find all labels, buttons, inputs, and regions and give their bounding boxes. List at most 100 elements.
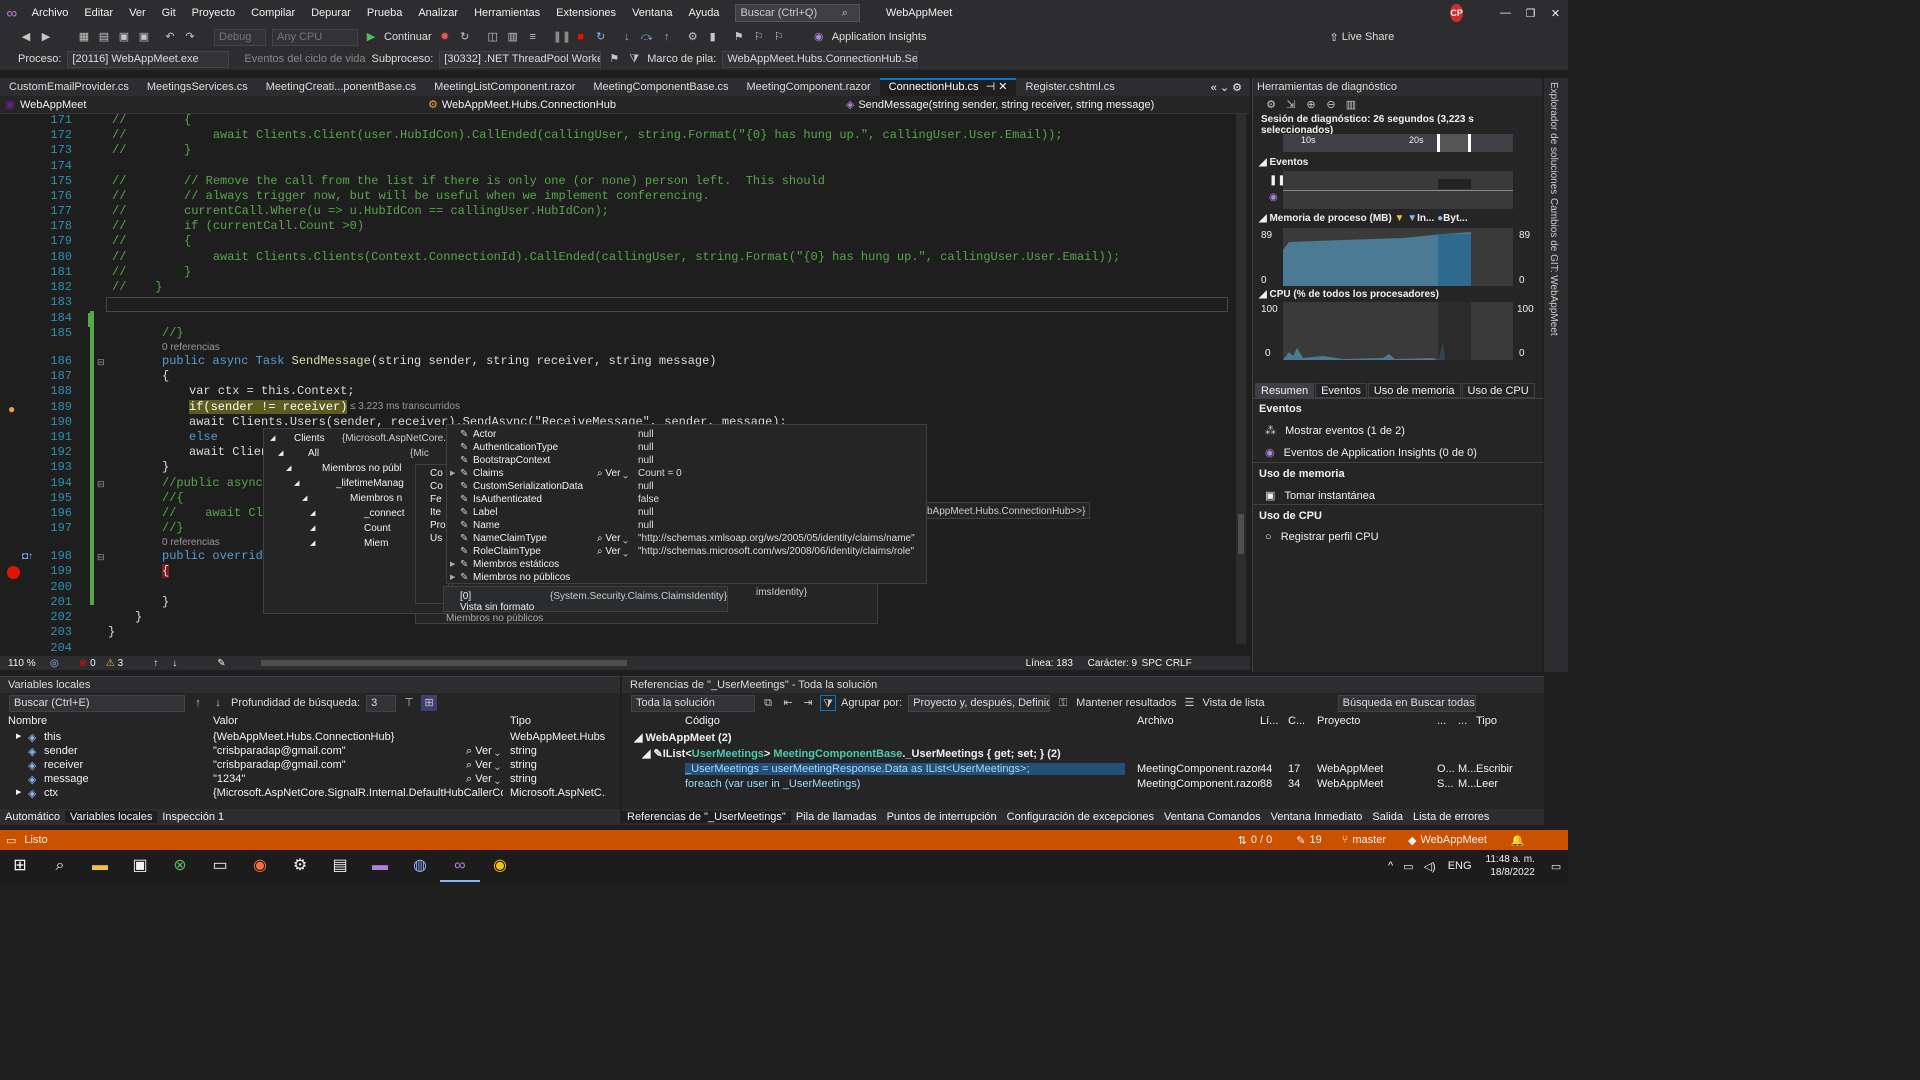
nav-class[interactable]: WebAppMeet.Hubs.ConnectionHub bbox=[442, 99, 846, 111]
notification-icon[interactable]: 🔔 bbox=[1511, 834, 1525, 847]
lock-icon[interactable]: ⚿ bbox=[1055, 695, 1071, 711]
column-header[interactable]: ... bbox=[1458, 715, 1467, 727]
edit-count[interactable]: 19 bbox=[1310, 834, 1322, 846]
clock[interactable]: 11:48 a. m. 18/8/2022 bbox=[1486, 853, 1535, 879]
nav-down-icon[interactable]: ↓ bbox=[172, 658, 177, 669]
expand-icon[interactable]: ◢ bbox=[310, 537, 315, 550]
datatip-node[interactable]: Co bbox=[430, 480, 443, 493]
network-icon[interactable]: ▭ bbox=[1403, 860, 1413, 873]
search-icon[interactable]: ⌕ bbox=[842, 7, 848, 20]
variable-value[interactable]: "crisbparadap@gmail.com" bbox=[213, 759, 503, 771]
perf-tip[interactable]: ≤ 3.223 ms transcurridos bbox=[350, 401, 460, 412]
group-select[interactable]: Proyecto y, después, Definició bbox=[908, 694, 1051, 712]
forward-icon[interactable]: ▶ bbox=[38, 29, 54, 45]
fire-icon[interactable]: ✹ bbox=[437, 29, 453, 45]
expand-icon[interactable]: ◢ bbox=[270, 432, 275, 445]
repo-name[interactable]: WebAppMeet bbox=[1420, 834, 1486, 846]
bookmark-next-icon[interactable]: ⚐ bbox=[771, 29, 787, 45]
line-ending-indicator[interactable]: CRLF bbox=[1166, 658, 1192, 669]
app-icon[interactable]: ▣ bbox=[120, 850, 160, 882]
tab-2[interactable]: MeetingCreati...ponentBase.cs bbox=[257, 78, 425, 96]
search-down-icon[interactable]: ↓ bbox=[210, 695, 226, 711]
show-events-link[interactable]: ⁂ Mostrar eventos (1 de 2) bbox=[1265, 424, 1405, 437]
play-icon[interactable]: ▶ bbox=[363, 29, 379, 45]
app-insights-icon[interactable]: ◉ bbox=[811, 29, 827, 45]
record-cpu-button[interactable]: ○ Registrar perfil CPU bbox=[1265, 531, 1379, 543]
column-header[interactable]: Lí... bbox=[1260, 715, 1278, 727]
menu-item-archivo[interactable]: Archivo bbox=[24, 0, 77, 26]
datatip-member[interactable]: Actor bbox=[473, 428, 496, 441]
datatip-node[interactable]: Clients bbox=[294, 432, 325, 445]
tab-3[interactable]: MeetingListComponent.razor bbox=[425, 78, 584, 96]
breakpoint-icon[interactable] bbox=[7, 566, 20, 579]
column-header[interactable]: Tipo bbox=[1476, 715, 1497, 727]
datatip-node[interactable]: Miembros no públ bbox=[322, 462, 401, 475]
collapse-icon[interactable]: ⊟ bbox=[97, 552, 105, 563]
copy-icon[interactable]: ⧉ bbox=[760, 695, 776, 711]
column-header[interactable]: Proyecto bbox=[1317, 715, 1360, 727]
datatip-node[interactable]: Us bbox=[430, 532, 442, 545]
database-icon[interactable]: ◍ bbox=[400, 850, 440, 882]
config-select[interactable]: Debug bbox=[214, 28, 266, 46]
datatip-node[interactable]: Ite bbox=[430, 506, 441, 519]
collapse-icon[interactable]: ⊟ bbox=[97, 357, 105, 368]
pin-icon[interactable]: ⊣ bbox=[983, 81, 999, 93]
menu-item-depurar[interactable]: Depurar bbox=[303, 0, 359, 26]
pencil-icon[interactable]: ✎ bbox=[1296, 834, 1305, 847]
codelens-references[interactable]: 0 referencias bbox=[162, 342, 220, 353]
expand-icon[interactable]: ◢ bbox=[278, 447, 283, 460]
datatip-member[interactable]: Label bbox=[473, 506, 497, 519]
vs-logo-icon[interactable]: ∞ bbox=[0, 5, 24, 22]
thread-select[interactable]: [30332] .NET ThreadPool Worker bbox=[439, 50, 602, 68]
datatip-member[interactable]: Claims bbox=[473, 467, 504, 480]
datatip-member[interactable]: Miembros no públicos bbox=[473, 571, 570, 584]
visualizer-button[interactable]: ⌕ Ver ⌄ bbox=[466, 773, 500, 786]
repo-icon[interactable]: ◆ bbox=[1408, 834, 1416, 847]
datatip-node[interactable]: Pro bbox=[430, 519, 446, 532]
zoom-out-icon[interactable]: ⊖ bbox=[1323, 97, 1339, 113]
datatip-member[interactable]: Miembros estáticos bbox=[473, 558, 559, 571]
column-header[interactable]: Nombre bbox=[8, 715, 208, 727]
events-section[interactable]: ◢ Eventos bbox=[1259, 157, 1308, 168]
refs-search-input[interactable]: Búsqueda en Buscar todas las r bbox=[1337, 694, 1476, 712]
memory-section[interactable]: ◢ Memoria de proceso (MB) ▼ ▼In... ●Byt.… bbox=[1259, 213, 1468, 224]
menu-item-extensiones[interactable]: Extensiones bbox=[548, 0, 624, 26]
expand-icon[interactable]: ◢ bbox=[286, 462, 291, 475]
menu-item-ver[interactable]: Ver bbox=[121, 0, 154, 26]
expand-icon[interactable]: ◢ bbox=[294, 477, 299, 490]
column-indicator[interactable]: Carácter: 9 bbox=[1088, 658, 1142, 669]
visual-studio-icon[interactable]: ∞ bbox=[440, 850, 480, 882]
datatip-node[interactable]: Co bbox=[430, 467, 443, 480]
reference-code[interactable]: _UserMeetings = userMeetingResponse.Data… bbox=[685, 763, 1125, 775]
timeline-ruler[interactable]: 10s 20s bbox=[1283, 134, 1513, 152]
datatip-member[interactable]: NameClaimType bbox=[473, 532, 547, 545]
restart-icon[interactable]: ↻ bbox=[457, 29, 473, 45]
maximize-button[interactable]: ❐ bbox=[1518, 7, 1543, 20]
datatip-member[interactable]: CustomSerializationData bbox=[473, 480, 583, 493]
visualizer-button[interactable]: ⌕ Ver ⌄ bbox=[597, 545, 628, 558]
visualizer-button[interactable]: ⌕ Ver ⌄ bbox=[597, 532, 628, 545]
pause-icon[interactable]: ❚❚ bbox=[553, 29, 571, 45]
process-select[interactable]: [20116] WebAppMeet.exe bbox=[67, 50, 230, 68]
hot-reload-icon[interactable]: ⚙ bbox=[685, 29, 701, 45]
datatip-claims-identity[interactable]: ✎ Actor null ✎ AuthenticationType null ✎ Bootst… bbox=[446, 424, 927, 584]
variable-value[interactable]: "1234" bbox=[213, 773, 503, 785]
tray-chevron-icon[interactable]: ^ bbox=[1388, 860, 1393, 872]
visualizer-button[interactable]: ⌕ Ver ⌄ bbox=[597, 467, 628, 480]
step-into-icon[interactable]: ↓ bbox=[619, 29, 635, 45]
datatip-expand-icon[interactable]: ▶ bbox=[450, 467, 455, 480]
breakpoint-icon[interactable]: ▮ bbox=[705, 29, 721, 45]
git-sync-icon[interactable]: ⇅ bbox=[1238, 834, 1247, 847]
browser-icon[interactable]: ◫ bbox=[485, 29, 501, 45]
column-header[interactable]: Código bbox=[685, 715, 720, 727]
datatip-node[interactable]: Fe bbox=[430, 493, 442, 506]
app-insights-button[interactable]: Application Insights bbox=[832, 31, 927, 43]
datatip-node[interactable]: Miembros n bbox=[350, 492, 402, 505]
warning-icon[interactable]: ⚠ bbox=[106, 658, 115, 669]
expand-icon[interactable]: ▶ bbox=[16, 731, 21, 742]
reset-view-icon[interactable]: ▥ bbox=[1343, 97, 1359, 113]
zoom-level[interactable]: 110 % bbox=[8, 658, 50, 669]
diag-tab-2[interactable]: Uso de memoria bbox=[1367, 382, 1461, 398]
refs-tab-0[interactable]: Referencias de "_UserMeetings" bbox=[622, 811, 791, 823]
start-icon[interactable]: ⊞ bbox=[0, 850, 40, 882]
